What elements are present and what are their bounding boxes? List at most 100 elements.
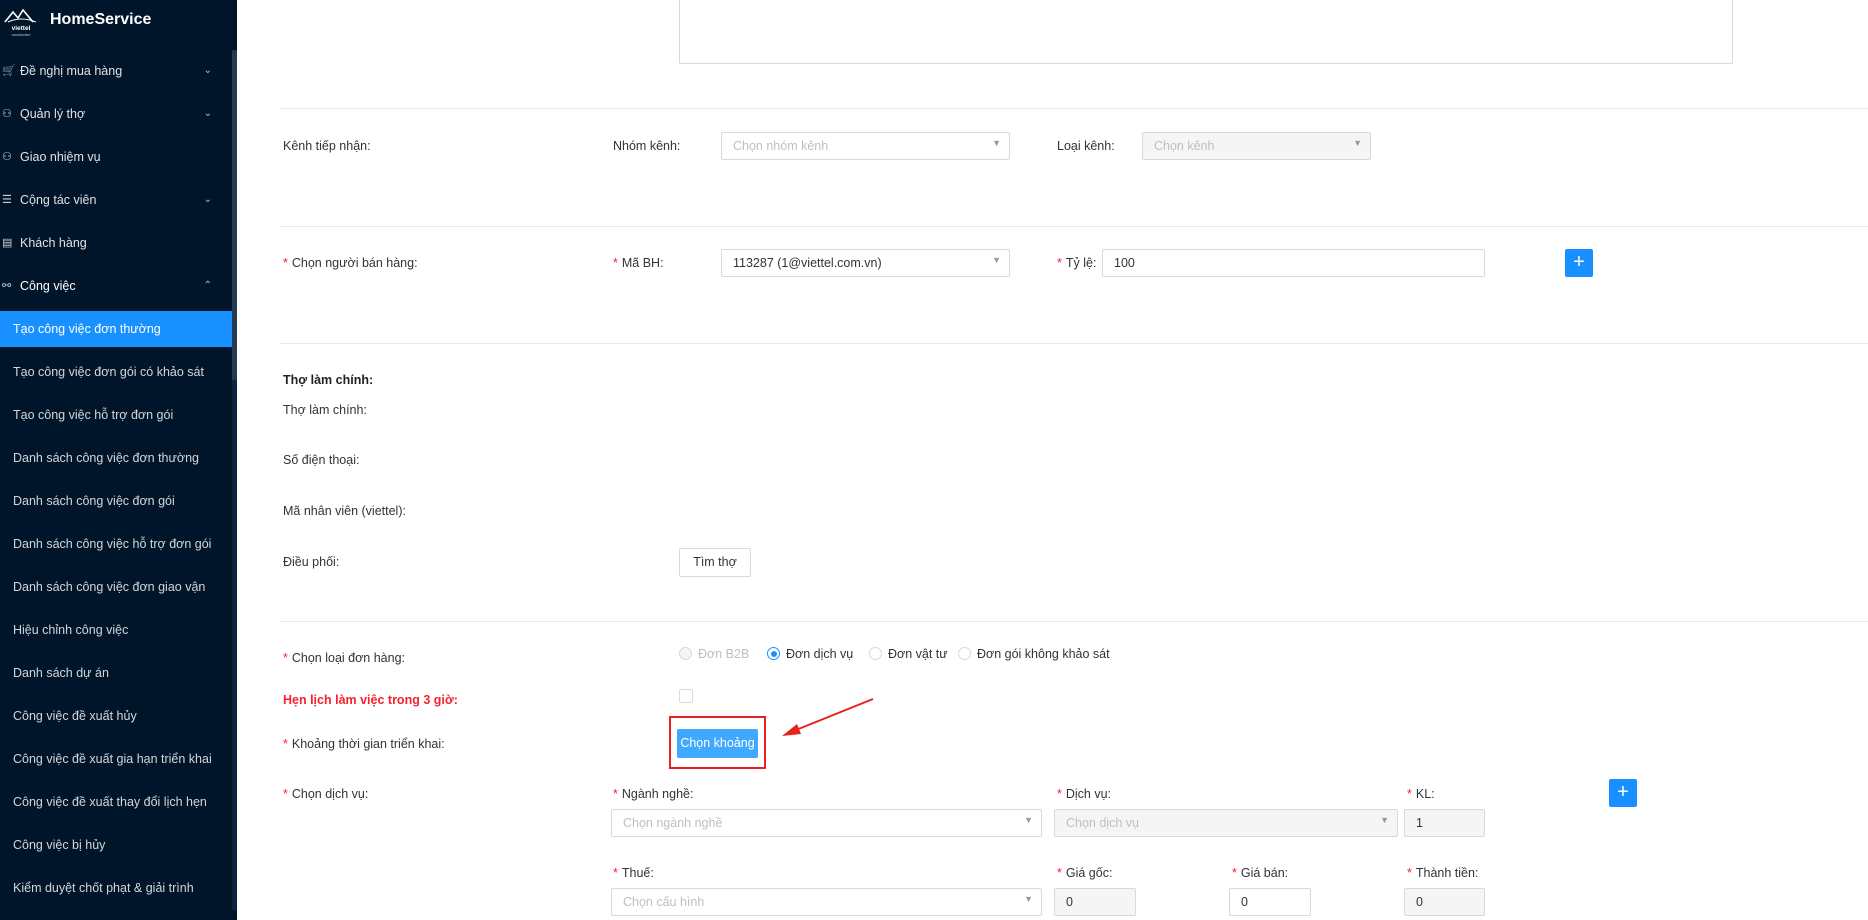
divider <box>280 343 1868 344</box>
sidebar-submenu-item[interactable]: Danh sách công việc đơn gói <box>0 483 232 519</box>
sidebar-submenu-item[interactable]: Tạo công việc đơn thường <box>0 311 232 347</box>
tax-placeholder: Chọn cấu hình <box>623 895 705 909</box>
order-type-label: * Chọn loại đơn hàng: <box>283 651 406 665</box>
sidebar-submenu-item[interactable]: Hiệu chỉnh công việc <box>0 612 232 648</box>
industry-label: * Ngành nghề: <box>613 787 694 801</box>
ratio-value: 100 <box>1114 256 1135 270</box>
sidebar-submenu-item[interactable]: Tạo công việc đơn gói có khảo sát <box>0 354 232 390</box>
sidebar: viettel construction HomeService 🛒 Đề ngh… <box>0 0 237 920</box>
base-price-input[interactable]: 0 <box>1054 888 1136 916</box>
sidebar-menu-label: Khách hàng <box>20 236 87 250</box>
order-type-radio-group: Đơn B2B Đơn dịch vụ Đơn vật tư Đơn gói khôn… <box>679 645 1279 665</box>
base-price-value: 0 <box>1066 895 1073 909</box>
divider <box>280 226 1868 227</box>
choose-period-button[interactable]: Chọn khoảng <box>677 729 758 758</box>
phone-label: Số điện thoại: <box>283 453 360 467</box>
radio-circle <box>767 647 780 660</box>
sidebar-submenu-label: Danh sách công việc hỗ trợ đơn gói <box>13 537 212 551</box>
caret-down-icon: ▼ <box>1024 894 1033 904</box>
tax-label: * Thuế: <box>613 866 654 880</box>
service-placeholder: Chọn dịch vụ <box>1066 816 1139 830</box>
channel-type-select[interactable]: Chọn kênh ▼ <box>1142 132 1371 160</box>
sidebar-menu-item[interactable]: ⚇ Quản lý thợ ⌄ <box>0 96 232 132</box>
divider <box>280 108 1868 109</box>
sidebar-submenu-label: Kiểm duyệt chốt phạt & giải trình <box>13 881 194 895</box>
sidebar-submenu-item[interactable]: Danh sách công việc đơn giao vận <box>0 569 232 605</box>
period-label: * Khoảng thời gian triển khai: <box>283 737 445 751</box>
industry-select[interactable]: Chọn ngành nghề ▼ <box>611 809 1042 837</box>
chevron-down-icon: ⌄ <box>203 65 212 76</box>
choose-period-label: Chọn khoảng <box>680 736 755 750</box>
sidebar-submenu-label: Danh sách công việc đơn gói <box>13 494 175 508</box>
seller-code-label: * Mã BH: <box>613 256 664 270</box>
sidebar-submenu-label: Công việc đề xuất hủy <box>13 709 137 723</box>
sidebar-menu-item[interactable]: ⚯ Công việc ⌃ <box>0 268 232 304</box>
worker-heading: Thợ làm chính: <box>283 373 374 387</box>
ratio-label: * Tỷ lệ: <box>1057 256 1097 270</box>
add-service-button[interactable]: + <box>1609 779 1637 807</box>
description-textarea[interactable] <box>679 0 1733 64</box>
sidebar-menu-item[interactable]: 🛒 Đề nghị mua hàng ⌄ <box>0 53 232 89</box>
sidebar-submenu-label: Công việc đề xuất thay đổi lịch hẹn <box>13 795 207 809</box>
plus-icon: + <box>1617 781 1629 803</box>
channel-group-select[interactable]: Chọn nhóm kênh ▼ <box>721 132 1010 160</box>
channel-group-label: Nhóm kênh: <box>613 139 681 153</box>
radio-label: Đơn vật tư <box>888 647 948 661</box>
customer-icon: ▤ <box>2 237 13 249</box>
schedule-checkbox[interactable] <box>679 689 693 703</box>
sidebar-submenu-item[interactable]: Công việc đề xuất hủy <box>0 698 232 734</box>
divider <box>280 621 1868 622</box>
find-worker-button[interactable]: Tìm thợ <box>679 548 751 577</box>
main-worker-label: Thợ làm chính: <box>283 403 367 417</box>
sidebar-submenu-item[interactable]: Danh sách công việc hỗ trợ đơn gói <box>0 526 232 562</box>
industry-placeholder: Chọn ngành nghề <box>623 816 723 830</box>
chevron-down-icon: ⌄ <box>203 194 212 205</box>
dispatch-label: Điều phối: <box>283 555 340 569</box>
sidebar-submenu-label: Công việc bị hủy <box>13 838 106 852</box>
sidebar-submenu-item[interactable]: Kiểm duyệt chốt phạt & giải trình <box>0 870 232 906</box>
caret-down-icon: ▼ <box>1024 815 1033 825</box>
assign-icon: ⚇ <box>2 151 12 163</box>
service-select[interactable]: Chọn dịch vụ ▼ <box>1054 809 1398 837</box>
sidebar-submenu-item[interactable]: Công việc đề xuất gia hạn triển khai <box>0 741 232 777</box>
tax-select[interactable]: Chọn cấu hình ▼ <box>611 888 1042 916</box>
sidebar-submenu-item[interactable]: Công việc bị hủy <box>0 827 232 863</box>
sidebar-menu-label: Đề nghị mua hàng <box>20 64 123 78</box>
sale-price-value: 0 <box>1241 895 1248 909</box>
sidebar-menu-label: Giao nhiệm vụ <box>20 150 101 164</box>
total-value: 0 <box>1416 895 1423 909</box>
channel-group-placeholder: Chọn nhóm kênh <box>733 139 829 153</box>
sidebar-menu-item[interactable]: ⚇ Giao nhiệm vụ <box>0 139 232 175</box>
sidebar-submenu-label: Hiệu chỉnh công việc <box>13 623 129 637</box>
sidebar-submenu-item[interactable]: Danh sách dự án <box>0 655 232 691</box>
sidebar-submenu-label: Danh sách dự án <box>13 666 109 680</box>
sale-price-input[interactable]: 0 <box>1229 888 1311 916</box>
app-title: HomeService <box>50 11 152 28</box>
sidebar-submenu-item[interactable]: Tạo công việc hỗ trợ đơn gói <box>0 397 232 433</box>
ratio-input[interactable]: 100 <box>1102 249 1485 277</box>
seller-code-select[interactable]: 113287 (1@viettel.com.vn) ▼ <box>721 249 1010 277</box>
find-worker-label: Tìm thợ <box>693 555 737 569</box>
sale-price-label: * Giá bán: <box>1232 866 1289 880</box>
sidebar-submenu-item[interactable]: Công việc đề xuất thay đổi lịch hẹn <box>0 784 232 820</box>
seller-code-value: 113287 (1@viettel.com.vn) <box>733 256 882 270</box>
service-label: * Chọn dịch vụ: <box>283 787 369 801</box>
sidebar-menu-item[interactable]: ☰ Cộng tác viên ⌄ <box>0 182 232 218</box>
worker-icon: ⚇ <box>2 108 12 120</box>
brand[interactable]: viettel construction HomeService <box>0 0 237 44</box>
qty-label: * KL: <box>1407 787 1435 801</box>
radio-circle <box>869 647 882 660</box>
caret-down-icon: ▼ <box>992 255 1001 265</box>
qty-input[interactable]: 1 <box>1404 809 1485 837</box>
sidebar-submenu-label: Tạo công việc đơn thường <box>13 322 161 336</box>
sidebar-submenu-label: Tạo công việc đơn gói có khảo sát <box>13 365 204 379</box>
svg-text:viettel: viettel <box>12 25 31 32</box>
radio-label: Đơn B2B <box>698 647 750 661</box>
workflow-icon: ⚯ <box>2 280 12 292</box>
sidebar-submenu-item[interactable]: Danh sách công việc đơn thường <box>0 440 232 476</box>
total-input[interactable]: 0 <box>1404 888 1485 916</box>
add-seller-button[interactable]: + <box>1565 249 1593 277</box>
sidebar-menu-item[interactable]: ▤ Khách hàng <box>0 225 232 261</box>
base-price-label: * Giá gốc: <box>1057 866 1113 880</box>
chevron-down-icon: ⌄ <box>203 108 212 119</box>
